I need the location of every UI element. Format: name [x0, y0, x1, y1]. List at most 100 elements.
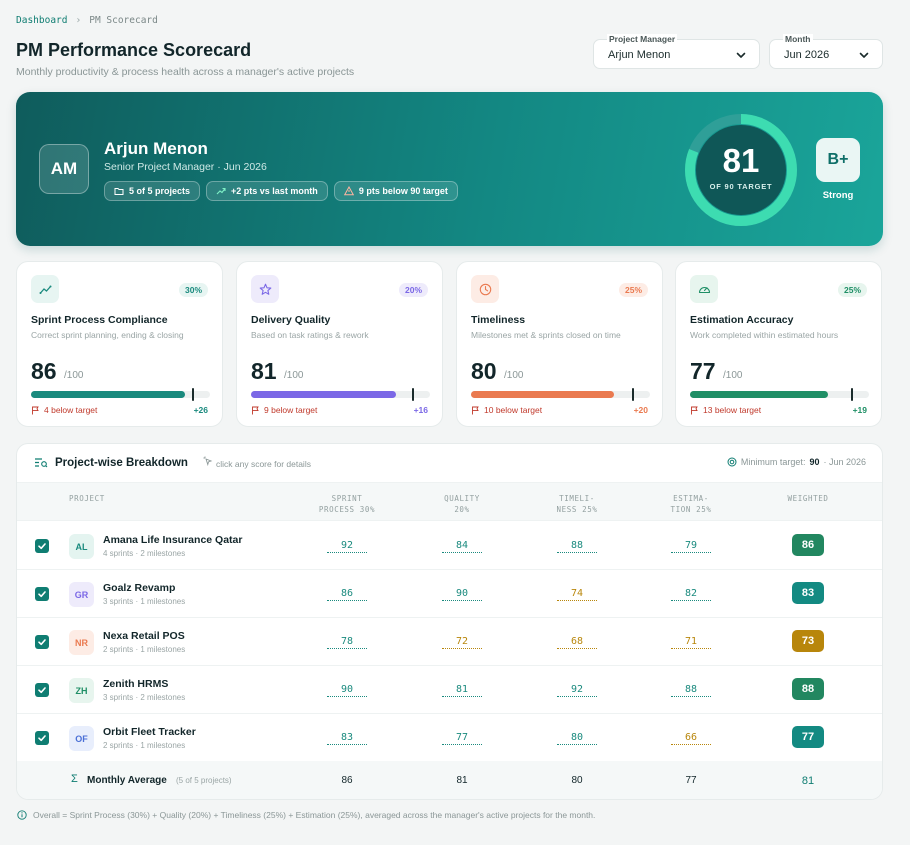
metric-progress-fill [471, 391, 614, 398]
project-avatar: ZH [69, 678, 94, 703]
weighted-score-badge[interactable]: 83 [792, 582, 824, 604]
flag-icon [252, 406, 259, 414]
pm-role: Senior Project Manager · Jun 2026 [104, 161, 267, 173]
score-est[interactable]: 79 [671, 540, 711, 553]
row-checkbox[interactable] [35, 635, 49, 649]
score-time[interactable]: 74 [557, 588, 597, 601]
score-time[interactable]: 68 [557, 636, 597, 649]
score-sprint[interactable]: 92 [327, 540, 367, 553]
metric-score-max: /100 [64, 370, 84, 381]
score-time[interactable]: 80 [557, 732, 597, 745]
average-weighted: 81 [801, 775, 815, 787]
metric-card[interactable]: 25% Timeliness Milestones met & sprints cl… [456, 261, 663, 427]
column-header-sprint[interactable]: SPRINT PROCESS 30% [307, 493, 387, 515]
month-select[interactable]: Month Jun 2026 [769, 34, 883, 69]
score-sprint[interactable]: 86 [327, 588, 367, 601]
pm-summary-banner: AM Arjun Menon Senior Project Manager · … [16, 92, 883, 246]
score-quality[interactable]: 72 [442, 636, 482, 649]
row-checkbox[interactable] [35, 539, 49, 553]
page-subtitle: Monthly productivity & process health ac… [16, 66, 355, 78]
minimum-target-value: 90 [809, 457, 820, 467]
avatar: AM [39, 144, 89, 194]
table-row[interactable]: OF Orbit Fleet Tracker 2 sprints · 1 miles… [17, 714, 882, 762]
metric-score-max: /100 [504, 370, 524, 381]
formula-footnote: Overall = Sprint Process (30%) + Quality… [17, 810, 595, 820]
chevron-right-icon: › [75, 15, 82, 26]
flag-icon [472, 406, 479, 414]
pm-name: Arjun Menon [104, 139, 208, 158]
monthly-average-label: Monthly Average [87, 775, 167, 786]
row-checkbox[interactable] [35, 683, 49, 697]
metric-weight-badge: 30% [178, 283, 208, 297]
column-header-estimation[interactable]: ESTIMA- TION 25% [651, 493, 731, 515]
score-time[interactable]: 92 [557, 684, 597, 697]
project-name[interactable]: Orbit Fleet Tracker [103, 726, 196, 738]
score-sprint[interactable]: 90 [327, 684, 367, 697]
row-checkbox[interactable] [35, 731, 49, 745]
metric-card[interactable]: 30% Sprint Process Compliance Correct spri… [16, 261, 223, 427]
metric-description: Milestones met & sprints closed on time [471, 330, 621, 340]
project-meta: 2 sprints · 1 milestones [103, 741, 186, 750]
projects-chip-label: 5 of 5 projects [129, 186, 191, 196]
metric-below-target-label: 9 below target [264, 405, 318, 415]
metric-card[interactable]: 25% Estimation Accuracy Work completed wit… [675, 261, 882, 427]
minimum-target-month: · Jun 2026 [823, 457, 866, 467]
trend-up-icon [216, 187, 226, 195]
target-marker [192, 388, 194, 401]
project-manager-select[interactable]: Project Manager Arjun Menon [593, 34, 760, 69]
table-row[interactable]: ZH Zenith HRMS 3 sprints · 2 milestones 90 8… [17, 666, 882, 714]
average-estimation: 77 [685, 775, 697, 786]
row-checkbox[interactable] [35, 587, 49, 601]
weighted-score-badge[interactable]: 86 [792, 534, 824, 556]
grade-badge: B+ [816, 138, 860, 182]
month-value: Jun 2026 [784, 49, 830, 61]
weighted-score-badge[interactable]: 77 [792, 726, 824, 748]
flag-icon [691, 406, 698, 414]
folder-icon [114, 188, 124, 195]
score-time[interactable]: 88 [557, 540, 597, 553]
column-header-weighted[interactable]: WEIGHTED [768, 493, 848, 504]
metric-below-target-label: 4 below target [44, 405, 98, 415]
table-row[interactable]: GR Goalz Revamp 3 sprints · 1 milestones 86… [17, 570, 882, 618]
project-meta: 4 sprints · 2 milestones [103, 549, 186, 558]
project-name[interactable]: Zenith HRMS [103, 678, 168, 690]
score-est[interactable]: 88 [671, 684, 711, 697]
chevron-down-icon [859, 52, 869, 58]
metric-below-target: 13 below target [690, 405, 761, 415]
score-sprint[interactable]: 78 [327, 636, 367, 649]
score-est[interactable]: 82 [671, 588, 711, 601]
breadcrumb-dashboard-link[interactable]: Dashboard [16, 15, 67, 26]
minimum-target-label: Minimum target: [740, 457, 806, 467]
column-header-timeliness-line2: NESS 25% [556, 505, 598, 514]
metric-delta: +26 [193, 405, 208, 415]
check-icon [38, 735, 46, 742]
metric-progress-fill [251, 391, 396, 398]
breadcrumb: Dashboard › PM Scorecard [16, 15, 158, 26]
score-quality[interactable]: 81 [442, 684, 482, 697]
chevron-down-icon [736, 52, 746, 58]
score-est[interactable]: 66 [671, 732, 711, 745]
project-name[interactable]: Nexa Retail POS [103, 630, 185, 642]
table-row[interactable]: NR Nexa Retail POS 2 sprints · 1 milestone… [17, 618, 882, 666]
target-marker [851, 388, 853, 401]
page-title: PM Performance Scorecard [16, 40, 252, 60]
summary-chips: 5 of 5 projects +2 pts vs last month 9 p… [104, 181, 458, 201]
monthly-average-row: Σ Monthly Average (5 of 5 projects) 86 8… [17, 761, 882, 799]
metric-title: Delivery Quality [251, 314, 331, 326]
project-name[interactable]: Amana Life Insurance Qatar [103, 534, 242, 546]
weighted-score-badge[interactable]: 88 [792, 678, 824, 700]
column-header-quality[interactable]: QUALITY 20% [422, 493, 502, 515]
column-header-timeliness[interactable]: TIMELI- NESS 25% [537, 493, 617, 515]
project-name[interactable]: Goalz Revamp [103, 582, 175, 594]
table-row[interactable]: AL Amana Life Insurance Qatar 4 sprints · … [17, 522, 882, 570]
score-quality[interactable]: 90 [442, 588, 482, 601]
score-quality[interactable]: 84 [442, 540, 482, 553]
trend-up-icon [39, 285, 51, 294]
score-est[interactable]: 71 [671, 636, 711, 649]
score-sprint[interactable]: 83 [327, 732, 367, 745]
score-quality[interactable]: 77 [442, 732, 482, 745]
project-avatar: NR [69, 630, 94, 655]
weighted-score-badge[interactable]: 73 [792, 630, 824, 652]
column-header-sprint-line1: SPRINT [331, 494, 363, 503]
metric-card[interactable]: 20% Delivery Quality Based on task ratings… [236, 261, 443, 427]
